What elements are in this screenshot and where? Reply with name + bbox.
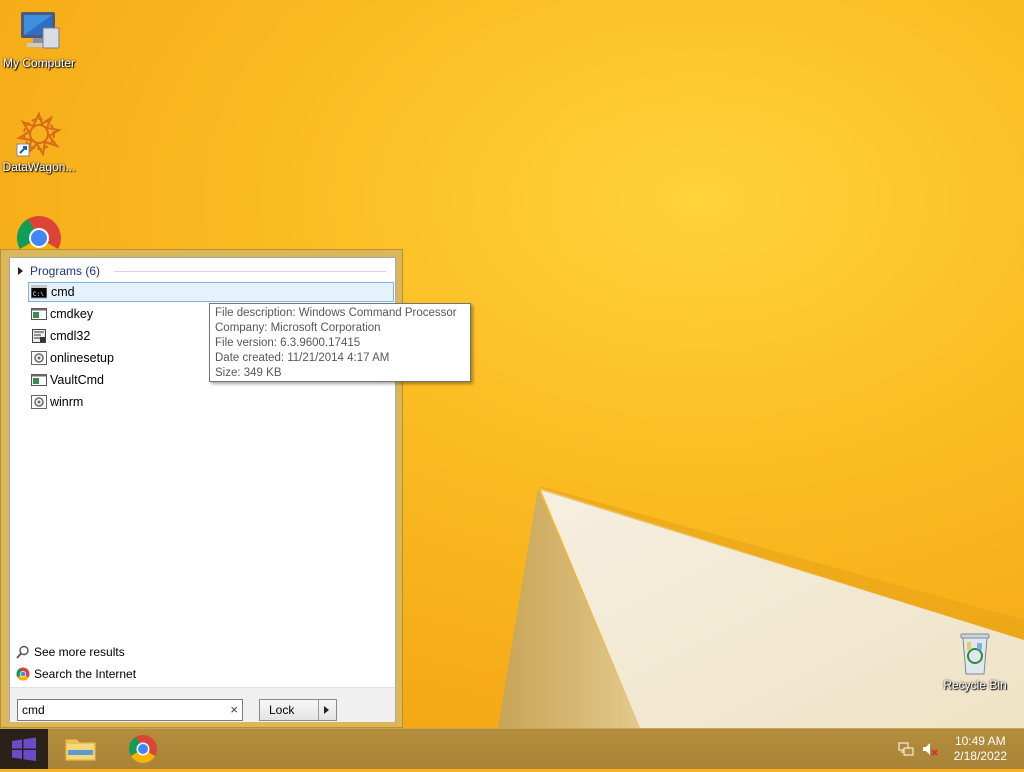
desktop-icon-label: Recycle Bin [943,678,1007,692]
desktop-icon-datawagon[interactable]: DataWagon... [0,110,78,174]
program-label: cmd [51,285,75,299]
clock-date: 2/18/2022 [953,749,1007,763]
tooltip-date-created: Date created: 11/21/2014 4:17 AM [215,352,390,364]
system-clock[interactable]: 10:49 AM 2/18/2022 [954,734,1007,764]
expand-triangle-icon [18,266,23,275]
recycle-bin-icon [960,633,990,675]
taskbar-chrome[interactable] [120,731,166,767]
program-label: onlinesetup [50,351,114,365]
search-input[interactable]: cmd × [17,699,243,721]
desktop-icon-recycle-bin[interactable]: Recycle Bin [936,630,1014,692]
lock-button-divider [318,700,319,720]
program-label: cmdl32 [50,329,91,343]
tooltip-file-version: File version: 6.3.9600.17415 [215,337,361,349]
taskbar: 10:49 AM 2/18/2022 [0,728,1024,769]
network-icon[interactable] [898,741,914,757]
desktop-icon-label: My Computer [2,56,76,70]
programs-group-header[interactable]: Programs (6) [18,263,386,279]
taskbar-file-explorer[interactable] [58,731,104,767]
see-more-results-label: See more results [34,645,125,659]
clock-time: 10:49 AM [954,734,1006,748]
search-internet-link[interactable]: Search the Internet [16,663,136,685]
see-more-results-link[interactable]: See more results [16,641,136,663]
search-input-value: cmd [22,703,45,717]
power-options-arrow-icon[interactable] [324,706,329,714]
desktop-icon-my-computer[interactable]: My Computer [0,8,78,70]
volume-muted-icon[interactable] [922,741,938,757]
bottom-links: See more results Search the Internet [16,641,136,685]
program-label: VaultCmd [50,373,104,387]
program-item-winrm[interactable]: winrm [28,392,394,412]
chrome-icon [129,735,157,763]
chrome-icon [16,667,30,681]
desktop-icon-label: DataWagon... [2,160,76,174]
clear-search-icon[interactable]: × [230,700,238,720]
tooltip-company: Company: Microsoft Corporation [215,322,381,334]
tooltip-size: Size: 349 KB [215,367,282,379]
program-item-cmd[interactable]: C:\ cmd [28,282,394,302]
cmdl32-icon [32,329,46,343]
windows-start-icon [12,737,36,761]
file-explorer-icon [64,738,97,762]
datawagon-icon [16,111,62,157]
program-label: cmdkey [50,307,94,321]
console-app-icon [31,308,47,320]
gear-app-icon [31,395,47,409]
search-area: cmd × Lock [10,687,395,722]
programs-group-label: Programs (6) [30,264,101,278]
cmd-icon: C:\ [31,285,47,299]
lock-button[interactable]: Lock [259,699,337,721]
svg-text:C:\: C:\ [33,291,44,298]
search-icon [16,645,29,659]
program-label: winrm [50,395,84,409]
lock-button-label: Lock [269,703,295,717]
file-info-tooltip: File description: Windows Command Proces… [209,303,471,382]
group-divider [114,271,386,272]
tooltip-file-description: File description: Windows Command Proces… [215,307,457,319]
computer-icon [21,12,60,49]
search-internet-label: Search the Internet [34,667,137,681]
start-button[interactable] [0,729,48,769]
gear-app-icon [31,351,47,365]
console-app-icon [31,374,47,386]
